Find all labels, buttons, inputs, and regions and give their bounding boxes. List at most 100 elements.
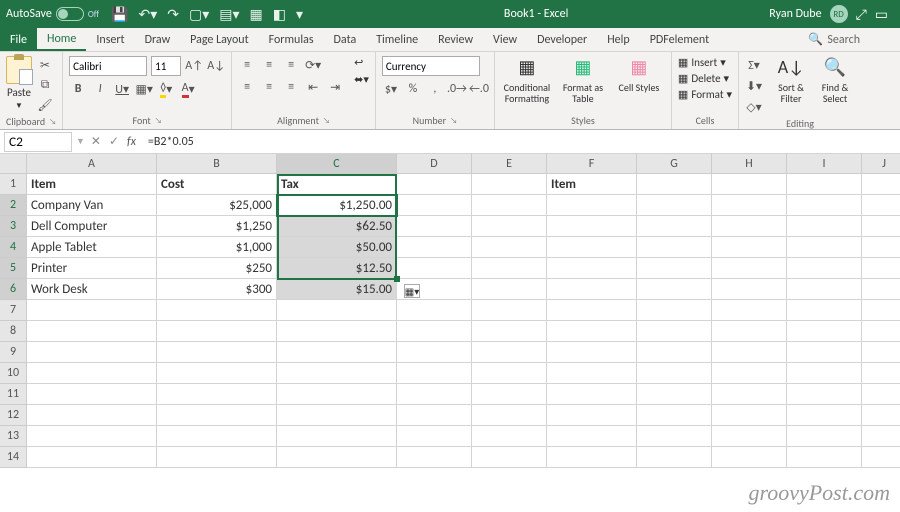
cell[interactable] (547, 195, 637, 216)
cell[interactable] (157, 363, 277, 384)
cell[interactable] (787, 279, 862, 300)
qat-item-icon[interactable]: ▢▾ (189, 6, 209, 23)
cell[interactable] (787, 342, 862, 363)
user-avatar[interactable]: RD (830, 5, 848, 23)
tab-timeline[interactable]: Timeline (366, 28, 428, 51)
col-header[interactable]: B (157, 154, 277, 174)
clear-icon[interactable]: ◇▾ (745, 98, 763, 116)
cell[interactable] (157, 300, 277, 321)
conditional-formatting-button[interactable]: ▦Conditional Formatting (501, 56, 553, 104)
decrease-font-icon[interactable]: A↓ (207, 57, 225, 75)
cell[interactable]: Printer (27, 258, 157, 279)
formula-input[interactable]: =B2*0.05 (142, 135, 900, 149)
cell[interactable] (472, 174, 547, 195)
cell[interactable]: Dell Computer (27, 216, 157, 237)
cell[interactable] (862, 237, 900, 258)
cell[interactable] (27, 426, 157, 447)
tab-review[interactable]: Review (428, 28, 483, 51)
cell[interactable] (397, 237, 472, 258)
cell[interactable] (637, 174, 712, 195)
cell[interactable] (547, 216, 637, 237)
cell[interactable] (637, 216, 712, 237)
cell[interactable] (157, 321, 277, 342)
cell[interactable] (637, 258, 712, 279)
cell[interactable] (637, 300, 712, 321)
increase-font-icon[interactable]: A↑ (185, 57, 203, 75)
align-bottom-icon[interactable]: ≡ (282, 56, 300, 74)
cell[interactable] (862, 363, 900, 384)
dialog-launcher-icon[interactable]: ↘ (323, 116, 330, 126)
cell[interactable] (472, 258, 547, 279)
cell[interactable] (637, 447, 712, 468)
row-header[interactable]: 3 (0, 216, 27, 237)
cell[interactable] (472, 447, 547, 468)
cell[interactable] (547, 258, 637, 279)
cell[interactable] (637, 237, 712, 258)
cell[interactable] (157, 447, 277, 468)
cell[interactable] (472, 216, 547, 237)
cell[interactable] (787, 300, 862, 321)
font-color-icon[interactable]: A▾ (179, 80, 197, 98)
increase-decimal-icon[interactable]: .0→ (448, 80, 466, 98)
cell[interactable] (787, 363, 862, 384)
redo-icon[interactable]: ↷ (167, 6, 179, 23)
cell[interactable] (862, 342, 900, 363)
cell[interactable]: $62.50 (277, 216, 397, 237)
cell[interactable] (277, 363, 397, 384)
indent-decrease-icon[interactable]: ⇤ (304, 78, 322, 96)
cell[interactable] (787, 195, 862, 216)
accounting-format-icon[interactable]: $▾ (382, 80, 400, 98)
cell[interactable] (712, 258, 787, 279)
cell[interactable] (397, 426, 472, 447)
cell[interactable] (547, 405, 637, 426)
col-header[interactable]: J (862, 154, 900, 174)
cell-active[interactable]: $1,250.00 (277, 195, 397, 216)
tab-help[interactable]: Help (597, 28, 640, 51)
fill-icon[interactable]: ⬇▾ (745, 77, 763, 95)
cell-styles-button[interactable]: ▦Cell Styles (613, 56, 665, 93)
cell[interactable] (397, 195, 472, 216)
undo-icon[interactable]: ↶▾ (138, 6, 157, 23)
cell[interactable] (547, 237, 637, 258)
cell[interactable] (637, 384, 712, 405)
tab-page-layout[interactable]: Page Layout (180, 28, 258, 51)
ribbon-display-icon[interactable]: ▭ (875, 6, 888, 23)
cell[interactable] (787, 216, 862, 237)
cell[interactable] (277, 300, 397, 321)
cell[interactable] (862, 426, 900, 447)
cell[interactable] (637, 279, 712, 300)
cell[interactable] (712, 363, 787, 384)
tab-pdfelement[interactable]: PDFelement (640, 28, 719, 51)
cell[interactable] (787, 321, 862, 342)
tab-file[interactable]: File (0, 28, 37, 51)
qat-item-icon[interactable]: ◧ (273, 6, 286, 23)
cell[interactable] (277, 405, 397, 426)
indent-increase-icon[interactable]: ⇥ (326, 78, 344, 96)
cell[interactable] (397, 342, 472, 363)
cell[interactable] (637, 195, 712, 216)
cell[interactable]: $1,000 (157, 237, 277, 258)
cell[interactable] (547, 363, 637, 384)
cell[interactable]: Tax (277, 174, 397, 195)
cell[interactable] (27, 405, 157, 426)
cell[interactable] (862, 174, 900, 195)
cell[interactable] (862, 195, 900, 216)
cell[interactable] (472, 279, 547, 300)
cell[interactable] (787, 426, 862, 447)
cell[interactable] (862, 384, 900, 405)
row-header[interactable]: 9 (0, 342, 27, 363)
col-header[interactable]: I (787, 154, 862, 174)
col-header[interactable]: D (397, 154, 472, 174)
row-header[interactable]: 13 (0, 426, 27, 447)
cell[interactable] (547, 321, 637, 342)
qat-more-icon[interactable]: ▾ (296, 6, 303, 23)
qat-item-icon[interactable]: ▦ (250, 6, 263, 23)
cell[interactable] (27, 363, 157, 384)
cell[interactable] (277, 321, 397, 342)
cell[interactable]: $50.00 (277, 237, 397, 258)
row-header[interactable]: 6 (0, 279, 27, 300)
cell[interactable] (157, 426, 277, 447)
tab-insert[interactable]: Insert (86, 28, 134, 51)
cell[interactable] (712, 342, 787, 363)
save-icon[interactable]: 💾 (111, 6, 128, 23)
